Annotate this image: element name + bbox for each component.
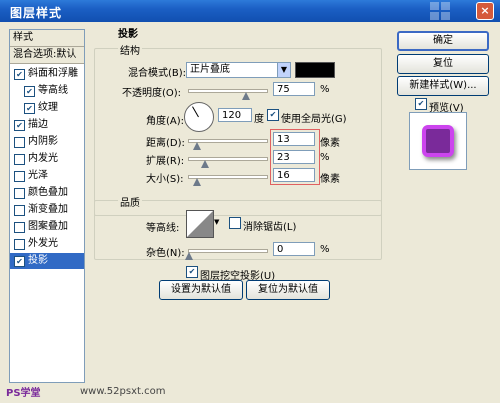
shadow-color-swatch[interactable] (295, 62, 335, 78)
style-item[interactable]: ✔ 纹理 (10, 100, 84, 116)
angle-needle (192, 106, 199, 118)
style-item[interactable]: ✔ 斜面和浮雕 (10, 66, 84, 82)
watermark-url: www.52psxt.com (80, 386, 166, 397)
noise-slider-thumb[interactable] (185, 252, 193, 260)
contour-picker[interactable] (186, 210, 214, 238)
antialias-label: 消除锯齿(L) (243, 222, 297, 233)
style-item-label: 等高线 (38, 85, 68, 96)
style-item-label: 颜色叠加 (28, 187, 68, 198)
reset-default-button[interactable]: 复位为默认值 (246, 280, 330, 300)
noise-input[interactable]: 0 (273, 242, 315, 256)
style-item-label: 渐变叠加 (28, 204, 68, 215)
blend-mode-label: 混合模式(B): (128, 68, 187, 79)
distance-input[interactable]: 13 (273, 132, 315, 146)
size-input[interactable]: 16 (273, 168, 315, 182)
noise-label: 杂色(N): (146, 248, 185, 259)
preview-checkbox[interactable]: ✔ (415, 98, 427, 110)
style-item[interactable]: ✔ 等高线 (10, 83, 84, 99)
windows-logo-icon (430, 2, 450, 20)
blend-mode-select[interactable]: 正片叠底 ▼ (186, 62, 291, 78)
style-item-label: 外发光 (28, 238, 58, 249)
close-button[interactable]: × (476, 2, 494, 20)
style-item-label: 内阴影 (28, 136, 58, 147)
style-item-checkbox[interactable] (14, 154, 25, 165)
structure-title: 结构 (118, 42, 142, 57)
spread-slider-thumb[interactable] (201, 160, 209, 168)
styles-header[interactable]: 样式 (10, 30, 84, 47)
preview-thumbnail (422, 125, 454, 157)
size-label: 大小(S): (146, 174, 184, 185)
angle-unit: 度 (254, 114, 264, 125)
dialog-body: 样式 混合选项:默认 ✔ 斜面和浮雕 ✔ 等高线 ✔ 纹理 ✔ 描边 内阴影 内发光 光泽 颜色叠加渐… (0, 22, 500, 403)
contour-curve-icon (187, 211, 213, 237)
distance-label: 距离(D): (146, 138, 185, 149)
knockout-checkbox[interactable]: ✔ (186, 266, 198, 278)
style-item[interactable]: ✔ 描边 (10, 117, 84, 133)
window-title: 图层样式 (10, 6, 63, 20)
contour-label: 等高线: (146, 223, 180, 234)
style-item-checkbox[interactable]: ✔ (14, 69, 25, 80)
opacity-slider-thumb[interactable] (242, 92, 250, 100)
ok-button[interactable]: 确定 (397, 31, 489, 51)
style-item-label: 图案叠加 (28, 221, 68, 232)
style-item-checkbox[interactable]: ✔ (24, 103, 35, 114)
style-item-label: 斜面和浮雕 (28, 68, 78, 79)
noise-slider-track[interactable] (188, 249, 268, 253)
global-light-checkbox[interactable]: ✔ (267, 109, 279, 121)
new-style-button[interactable]: 新建样式(W)... (397, 76, 489, 96)
style-item-checkbox[interactable] (14, 222, 25, 233)
style-item-checkbox[interactable]: ✔ (14, 256, 25, 267)
opacity-label: 不透明度(O): (122, 88, 182, 99)
antialias-checkbox[interactable] (229, 217, 241, 229)
style-item[interactable]: 内发光 (10, 151, 84, 167)
watermark-logo: PS学堂 (6, 388, 41, 399)
style-preview (409, 112, 467, 170)
style-item-label: 内发光 (28, 153, 58, 164)
style-item-checkbox[interactable] (14, 188, 25, 199)
style-item-label: 纹理 (38, 102, 58, 113)
style-item[interactable]: ✔ 投影 (10, 253, 84, 269)
style-item[interactable]: 图案叠加 (10, 219, 84, 235)
style-item[interactable]: 内阴影 (10, 134, 84, 150)
style-item-checkbox[interactable] (14, 205, 25, 216)
spread-input[interactable]: 23 (273, 150, 315, 164)
quality-title: 品质 (118, 194, 142, 209)
style-item-label: 描边 (28, 119, 48, 130)
style-item[interactable]: 渐变叠加 (10, 202, 84, 218)
size-slider-thumb[interactable] (193, 178, 201, 186)
angle-dial[interactable] (184, 102, 214, 132)
noise-unit: % (320, 244, 330, 255)
distance-unit: 像素 (320, 138, 340, 149)
style-item-checkbox[interactable]: ✔ (24, 86, 35, 97)
blend-mode-value: 正片叠底 (190, 64, 230, 75)
shadow-section-title: 投影 (116, 25, 140, 40)
size-unit: 像素 (320, 174, 340, 185)
global-light-label: 使用全局光(G) (281, 114, 347, 125)
style-item-checkbox[interactable] (14, 171, 25, 182)
dropdown-arrow-icon: ▼ (277, 63, 290, 77)
angle-label: 角度(A): (146, 116, 185, 127)
style-item[interactable]: 光泽 (10, 168, 84, 184)
style-item-label: 光泽 (28, 170, 48, 181)
style-item[interactable]: 颜色叠加 (10, 185, 84, 201)
style-item-label: 投影 (28, 255, 48, 266)
opacity-input[interactable]: 75 (273, 82, 315, 96)
title-bar: 图层样式 × (0, 0, 500, 22)
spread-slider-track[interactable] (188, 157, 268, 161)
opacity-unit: % (320, 84, 330, 95)
style-item-checkbox[interactable] (14, 137, 25, 148)
distance-slider-thumb[interactable] (193, 142, 201, 150)
contour-dropdown-icon[interactable]: ▼ (214, 218, 219, 226)
spread-unit: % (320, 152, 330, 163)
style-item[interactable]: 外发光 (10, 236, 84, 252)
style-item-checkbox[interactable] (14, 239, 25, 250)
styles-list: 样式 混合选项:默认 ✔ 斜面和浮雕 ✔ 等高线 ✔ 纹理 ✔ 描边 内阴影 内发光 光泽 颜色叠加渐… (9, 29, 85, 383)
set-default-button[interactable]: 设置为默认值 (159, 280, 243, 300)
blending-options-item[interactable]: 混合选项:默认 (10, 47, 84, 64)
opacity-slider-track[interactable] (188, 89, 268, 93)
reset-button[interactable]: 复位 (397, 54, 489, 74)
spread-label: 扩展(R): (146, 156, 185, 167)
angle-input[interactable]: 120 (218, 108, 252, 122)
style-item-checkbox[interactable]: ✔ (14, 120, 25, 131)
